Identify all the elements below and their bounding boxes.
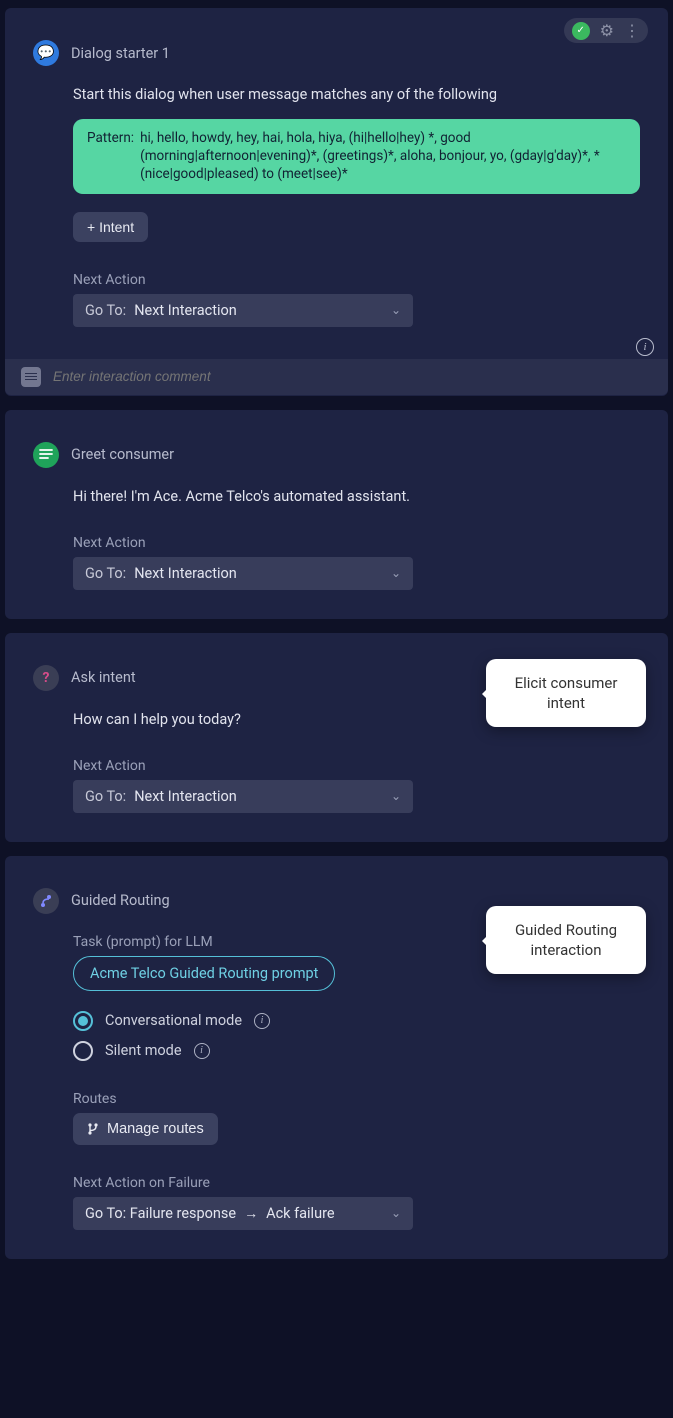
next-action-select[interactable]: Go To: Next Interaction ⌄ [73,294,413,327]
card-actions: ✓ ⚙ ⋮ [564,18,648,43]
failure-action-select[interactable]: Go To: Failure response → Ack failure ⌄ [73,1197,413,1230]
info-icon[interactable]: i [254,1013,270,1029]
next-action-label: Next Action [73,758,640,774]
manage-routes-label: Manage routes [107,1121,204,1137]
dialog-icon: 💬 [33,40,59,66]
text-icon [33,442,59,468]
card-title: Ask intent [71,669,136,686]
card-title: Guided Routing [71,892,170,909]
chevron-down-icon: ⌄ [391,566,401,580]
branch-icon [87,1122,99,1136]
info-icon[interactable]: i [194,1043,210,1059]
next-action-select[interactable]: Go To: Next Interaction ⌄ [73,557,413,590]
gear-icon[interactable]: ⚙ [600,21,614,40]
question-icon: ? [33,665,59,691]
mode-conversational-row[interactable]: Conversational mode i [73,1011,640,1031]
manage-routes-button[interactable]: Manage routes [73,1113,218,1145]
pattern-text: hi, hello, howdy, hey, hai, hola, hiya, … [140,129,626,184]
goto-fail-prefix: Go To: Failure response [85,1205,236,1222]
callout-tooltip: Elicit consumer intent [486,659,646,728]
goto-failure-value: Go To: Failure response → Ack failure [85,1205,391,1222]
check-icon: ✓ [572,22,590,40]
arrow-right-icon: → [244,1205,258,1222]
goto-value: Next Interaction [134,302,391,319]
greeting-message: Hi there! I'm Ace. Acme Telco's automate… [73,488,640,505]
pattern-pill[interactable]: Pattern: hi, hello, howdy, hey, hai, hol… [73,119,640,194]
guided-routing-card: Guided Routing Task (prompt) for LLM Acm… [5,856,668,1259]
mode-silent-row[interactable]: Silent mode i [73,1041,640,1061]
next-action-select[interactable]: Go To: Next Interaction ⌄ [73,780,413,813]
pattern-label: Pattern: [87,129,134,184]
dialog-starter-card: ✓ ⚙ ⋮ 💬 Dialog starter 1 Start this dial… [5,8,668,396]
card-title: Dialog starter 1 [71,45,170,62]
radio-unselected-icon[interactable] [73,1041,93,1061]
more-icon[interactable]: ⋮ [624,21,640,40]
routes-label: Routes [73,1091,640,1107]
goto-prefix: Go To: [85,565,126,582]
add-intent-button[interactable]: + Intent [73,212,148,242]
goto-value: Next Interaction [134,565,391,582]
next-action-label: Next Action [73,535,640,551]
greet-consumer-card: Greet consumer Hi there! I'm Ace. Acme T… [5,410,668,619]
next-action-failure-label: Next Action on Failure [73,1175,640,1191]
chevron-down-icon: ⌄ [391,1206,401,1220]
mode-label: Silent mode [105,1042,182,1059]
dialog-description: Start this dialog when user message matc… [73,86,640,103]
routing-icon [33,888,59,914]
goto-value: Next Interaction [134,788,391,805]
next-action-label: Next Action [73,272,640,288]
chevron-down-icon: ⌄ [391,303,401,317]
comment-input[interactable] [53,369,652,384]
task-prompt-chip[interactable]: Acme Telco Guided Routing prompt [73,956,335,991]
goto-prefix: Go To: [85,788,126,805]
info-icon[interactable]: i [636,338,654,356]
goto-prefix: Go To: [85,302,126,319]
radio-selected-icon[interactable] [73,1011,93,1031]
ask-intent-card: ? Ask intent How can I help you today? N… [5,633,668,842]
card-header: 💬 Dialog starter 1 [33,40,640,66]
mode-label: Conversational mode [105,1012,242,1029]
card-title: Greet consumer [71,446,174,463]
chevron-down-icon: ⌄ [391,789,401,803]
goto-fail-target: Ack failure [266,1205,334,1222]
card-header: Greet consumer [33,442,640,468]
comment-icon [21,367,41,387]
callout-tooltip: Guided Routing interaction [486,906,646,975]
comment-bar [5,359,668,395]
